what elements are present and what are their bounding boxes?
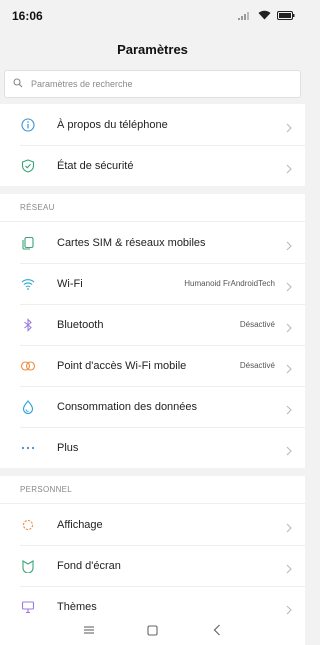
chevron-right-icon xyxy=(285,402,293,414)
bluetooth-status-value: Désactivé xyxy=(239,320,275,329)
battery-icon xyxy=(277,7,295,25)
settings-item-wifi[interactable]: Wi-Fi Humanoid FrAndroidTech xyxy=(0,263,305,304)
back-icon[interactable] xyxy=(210,623,224,637)
chevron-right-icon xyxy=(285,279,293,291)
section-header-network: RÉSEAU xyxy=(0,194,305,222)
status-icons xyxy=(238,7,295,25)
more-icon xyxy=(20,440,36,456)
settings-item-sim-cards[interactable]: Cartes SIM & réseaux mobiles xyxy=(0,222,305,263)
settings-item-display[interactable]: Affichage xyxy=(0,504,305,545)
title-bar: Paramètres xyxy=(0,32,305,66)
chevron-right-icon xyxy=(285,520,293,532)
settings-item-label: Wi-Fi xyxy=(57,277,83,290)
status-time: 16:06 xyxy=(12,9,43,23)
chevron-right-icon xyxy=(285,238,293,250)
settings-item-label: Point d'accès Wi-Fi mobile xyxy=(57,359,187,372)
search-input[interactable] xyxy=(31,79,271,89)
shield-icon xyxy=(20,158,36,174)
section-gap xyxy=(0,468,305,476)
themes-icon xyxy=(20,599,36,615)
settings-item-label: Cartes SIM & réseaux mobiles xyxy=(57,236,206,249)
data-usage-icon xyxy=(20,399,36,415)
status-bar: 16:06 xyxy=(0,0,305,32)
search-container xyxy=(0,66,305,104)
settings-item-bluetooth[interactable]: Bluetooth Désactivé xyxy=(0,304,305,345)
chevron-right-icon xyxy=(285,602,293,614)
bluetooth-icon xyxy=(20,317,36,333)
settings-item-label: Fond d'écran xyxy=(57,559,121,572)
wifi-icon xyxy=(20,276,36,292)
hotspot-icon xyxy=(20,358,36,374)
search-box[interactable] xyxy=(4,70,301,98)
chevron-right-icon xyxy=(285,443,293,455)
page-title: Paramètres xyxy=(117,41,188,57)
section-gap xyxy=(0,186,305,194)
network-group: RÉSEAU Cartes SIM & réseaux mobiles Wi-F… xyxy=(0,194,305,468)
settings-item-hotspot[interactable]: Point d'accès Wi-Fi mobile Désactivé xyxy=(0,345,305,386)
info-icon xyxy=(20,117,36,133)
settings-item-about-phone[interactable]: À propos du téléphone xyxy=(0,104,305,145)
chevron-right-icon xyxy=(285,361,293,373)
navigation-bar xyxy=(0,615,305,645)
wifi-network-value: Humanoid FrAndroidTech xyxy=(184,279,275,288)
settings-item-label: État de sécurité xyxy=(57,159,134,172)
chevron-right-icon xyxy=(285,161,293,173)
hotspot-status-value: Désactivé xyxy=(239,361,275,370)
settings-item-label: Bluetooth xyxy=(57,318,104,331)
sim-card-icon xyxy=(20,235,36,251)
settings-item-security-status[interactable]: État de sécurité xyxy=(0,145,305,186)
signal-icon xyxy=(238,7,252,25)
settings-item-wallpaper[interactable]: Fond d'écran xyxy=(0,545,305,586)
section-header-personal: PERSONNEL xyxy=(0,476,305,504)
menu-icon[interactable] xyxy=(82,623,96,637)
display-icon xyxy=(20,517,36,533)
settings-item-label: À propos du téléphone xyxy=(57,118,168,131)
settings-item-more[interactable]: Plus xyxy=(0,427,305,468)
settings-item-data-usage[interactable]: Consommation des données xyxy=(0,386,305,427)
chevron-right-icon xyxy=(285,120,293,132)
top-group: À propos du téléphone État de sécurité xyxy=(0,104,305,186)
wifi-status-icon xyxy=(258,7,271,25)
wallpaper-icon xyxy=(20,558,36,574)
personal-group: PERSONNEL Affichage Fond d'écran Thèmes xyxy=(0,476,305,627)
chevron-right-icon xyxy=(285,561,293,573)
search-icon xyxy=(13,75,23,93)
chevron-right-icon xyxy=(285,320,293,332)
settings-item-label: Thèmes xyxy=(57,600,97,613)
settings-item-label: Affichage xyxy=(57,518,103,531)
settings-item-label: Plus xyxy=(57,441,79,454)
settings-item-label: Consommation des données xyxy=(57,400,198,413)
home-icon[interactable] xyxy=(146,623,160,637)
